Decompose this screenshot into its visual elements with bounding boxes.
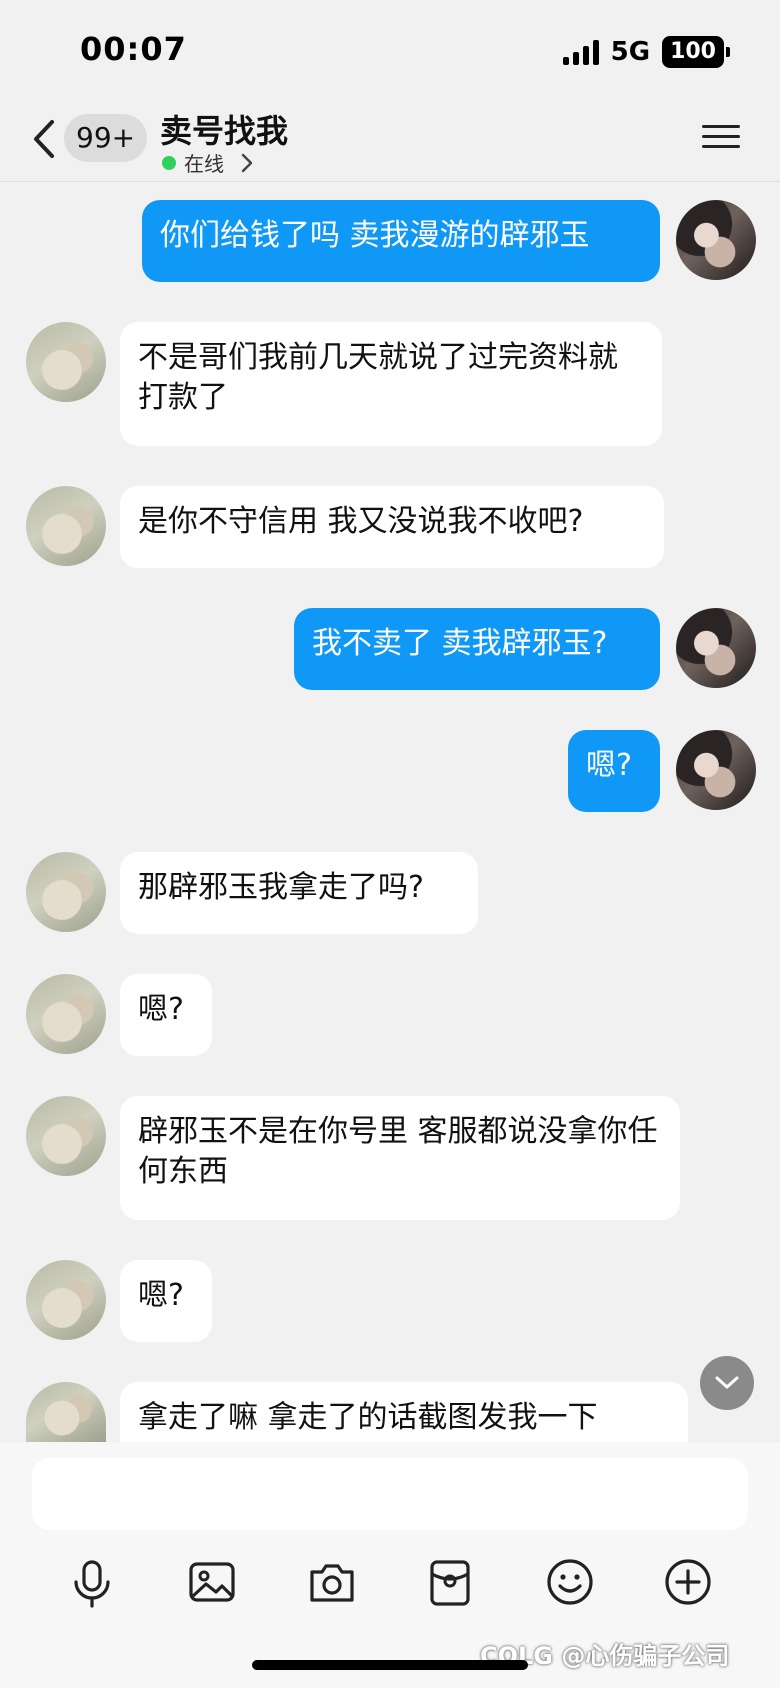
emoji-button[interactable] [542,1554,598,1610]
status-bar: 00:07 5G 100 [0,0,780,100]
message-bubble-incoming[interactable]: 拿走了嘛 拿走了的话截图发我一下 [120,1382,688,1442]
contact-avatar[interactable] [26,974,106,1054]
chat-screen: 00:07 5G 100 99+ 卖号找我 在线 你们给钱了吗 卖我漫游的辟邪玉… [0,0,780,1688]
back-button[interactable] [26,114,62,164]
unread-badge[interactable]: 99+ [64,114,148,162]
voice-button[interactable] [64,1554,120,1610]
message-bubble-incoming[interactable]: 嗯? [120,974,212,1056]
home-indicator[interactable] [252,1660,528,1670]
red-packet-button[interactable] [422,1554,478,1610]
menu-button[interactable] [702,118,740,158]
microphone-icon [74,1560,110,1608]
contact-avatar[interactable] [26,852,106,932]
contact-avatar[interactable] [26,1096,106,1176]
camera-icon [310,1564,354,1602]
message-bubble-incoming[interactable]: 是你不守信用 我又没说我不收吧? [120,486,664,568]
plus-icon [665,1559,711,1605]
status-indicators: 5G 100 [562,36,730,68]
emoji-icon [547,1559,593,1605]
online-status-text: 在线 [184,152,224,176]
more-button[interactable] [660,1554,716,1610]
message-bubble-outgoing[interactable]: 嗯? [568,730,660,812]
self-avatar[interactable] [676,200,756,280]
message-bubble-outgoing[interactable]: 我不卖了 卖我辟邪玉? [294,608,660,690]
contact-avatar[interactable] [26,1260,106,1340]
message-bubble-outgoing[interactable]: 你们给钱了吗 卖我漫游的辟邪玉 [142,200,660,282]
signal-icon [562,39,599,65]
contact-avatar[interactable] [26,322,106,402]
network-type: 5G [610,37,651,67]
message-bubble-incoming[interactable]: 不是哥们我前几天就说了过完资料就打款了 [120,322,662,446]
online-status[interactable]: 在线 [162,148,254,177]
battery-icon: 100 [662,36,730,68]
message-bubble-incoming[interactable]: 嗯? [120,1260,212,1342]
status-time: 00:07 [80,30,187,68]
contact-avatar[interactable] [26,1382,106,1442]
chevron-right-icon [241,153,253,172]
camera-button[interactable] [304,1554,360,1610]
composer-toolbar [0,1554,780,1624]
message-bubble-incoming[interactable]: 那辟邪玉我拿走了吗? [120,852,478,934]
message-bubble-incoming[interactable]: 辟邪玉不是在你号里 客服都说没拿你任何东西 [120,1096,680,1220]
chat-title[interactable]: 卖号找我 [160,106,288,152]
image-button[interactable] [184,1554,240,1610]
battery-level: 100 [662,36,724,68]
self-avatar[interactable] [676,730,756,810]
chat-header: 99+ 卖号找我 在线 [0,100,780,182]
chevron-left-icon [34,120,54,158]
message-input[interactable] [32,1458,748,1530]
contact-avatar[interactable] [26,486,106,566]
image-icon [189,1562,235,1602]
scroll-to-bottom-button[interactable] [700,1356,754,1410]
red-packet-icon [430,1560,470,1606]
chevron-down-icon [715,1376,739,1389]
self-avatar[interactable] [676,608,756,688]
online-dot-icon [162,155,176,170]
hamburger-icon [702,125,740,148]
